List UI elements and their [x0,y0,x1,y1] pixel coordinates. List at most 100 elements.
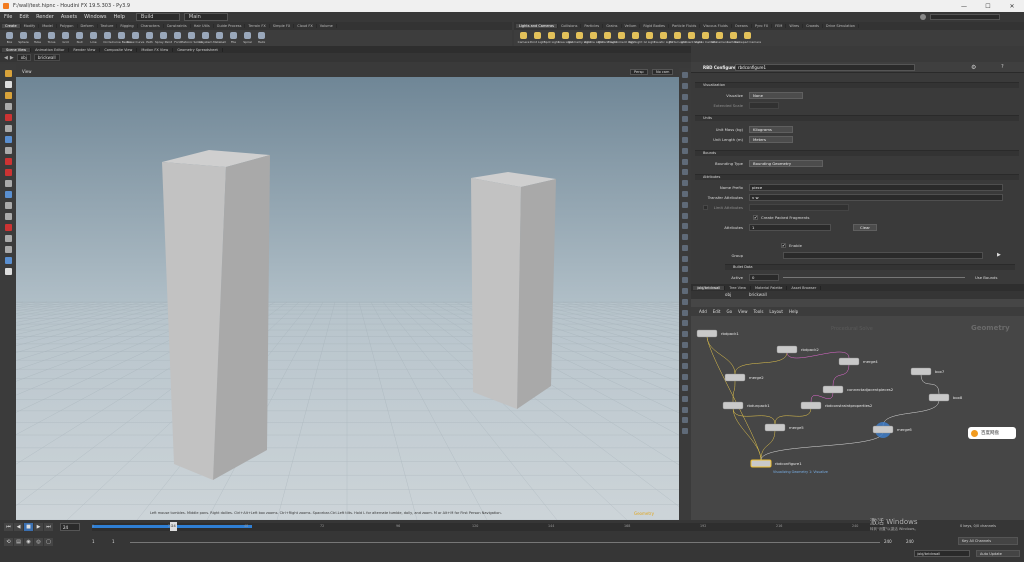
shelf-tab[interactable]: Model [39,24,57,28]
net-path-obj[interactable]: obj [725,292,731,297]
shelf-tab[interactable]: Vellum [622,24,641,28]
net-menu-view[interactable]: View [738,309,748,314]
display-option-icon-9[interactable] [682,169,688,176]
search-field[interactable] [930,14,1000,20]
net-menu-go[interactable]: Go [727,309,733,314]
shelf-tab[interactable]: Modify [21,24,40,28]
shelf-tab[interactable]: Constraints [164,24,191,28]
gear-icon[interactable]: ⚙ [971,64,976,71]
shelf-tool-grid[interactable]: Grid [59,30,72,44]
shelf-tab[interactable]: Deform [78,24,98,28]
range-slider[interactable] [130,542,880,543]
shelf-tool-camera[interactable]: Camera [517,30,530,44]
shelf-tab[interactable]: Rigid Bodies [640,24,670,28]
shelf-tab[interactable]: Terrain FX [245,24,270,28]
node-merge4[interactable]: merge4 [838,357,878,366]
display-option-icon-33[interactable] [682,428,688,435]
object-path-field[interactable]: /obj/brickwall [914,550,970,557]
shelf-tab[interactable]: Pyro FX [752,24,773,28]
shelf-tab[interactable]: Characters [138,24,164,28]
node-rbdpack1[interactable]: rbdpack1 [696,329,739,338]
active-field[interactable]: 0 [749,274,779,281]
shelf-tab[interactable]: Grains [603,24,622,28]
group-select-arrow-icon[interactable]: ▶ [997,252,1001,258]
tool-icon-9[interactable] [4,169,12,176]
shelf-tool-null[interactable]: Null [73,30,86,44]
shelf-tab[interactable]: Volume [317,24,337,28]
auto-update-button[interactable]: Auto Update [976,550,1020,557]
menu-render[interactable]: Render [36,14,54,20]
shelf-tab[interactable]: Hair Utils [191,24,214,28]
display-option-icon-1[interactable] [682,83,688,90]
user-icon[interactable] [920,14,926,20]
range-option-3-button[interactable]: ◎ [34,538,43,546]
timeline-track[interactable]: 24 1 24 48 72 96 120 144 168 192 216 240 [92,522,882,531]
display-option-icon-15[interactable] [682,234,688,241]
key-all-channels-button[interactable]: Key All Channels [958,537,1018,545]
transfer-attributes-field[interactable]: v w [749,194,1003,201]
desktop-select[interactable]: Build [135,13,180,21]
unit-mass-dropdown[interactable]: Kilograms [749,126,793,133]
range-option-4-button[interactable]: ▢ [44,538,53,546]
bounding-type-dropdown[interactable]: Bounding Geometry [749,160,823,167]
shelf-tab[interactable]: Particles [581,24,604,28]
shelf-tool-file[interactable]: File [227,30,240,44]
node-rbdunpack1[interactable]: rbdunpack1 [722,401,770,410]
menu-file[interactable]: File [4,14,12,20]
path-node[interactable]: brickwall [33,54,60,61]
camera-menu[interactable]: No cam [652,69,674,75]
node-merge2[interactable]: merge2 [724,373,764,382]
net-menu-edit[interactable]: Edit [713,309,721,314]
shelf-tool-spot-light[interactable]: Spot Light [544,30,559,44]
net-menu-help[interactable]: Help [789,309,798,314]
tool-icon-11[interactable] [4,191,12,198]
shelf-tool-sky-light[interactable]: Sky Light [629,30,642,44]
shelf-tool-line[interactable]: Line [87,30,100,44]
display-option-icon-13[interactable] [682,212,688,219]
shelf-tab[interactable]: Drive Simulation [823,24,860,28]
display-option-icon-29[interactable] [682,385,688,392]
shelf-tab[interactable]: Lights and Cameras [516,24,558,28]
tool-icon-8[interactable] [4,158,12,165]
node-connectadjacentpieces2[interactable]: connectadjacentpieces2 [822,385,894,394]
shelf-tab[interactable]: Simple FX [270,24,295,28]
shelf-tab[interactable]: Wires [786,24,804,28]
play-button[interactable]: ▶ [34,523,43,531]
shelf-tool-point-light[interactable]: Point Light [530,30,545,44]
pane-tab-network[interactable]: /obj/brickwall [693,285,726,290]
node-rbdconfigure1[interactable]: rbdconfigure1 [750,459,802,468]
visualize-dropdown[interactable]: None [749,92,803,99]
menu-assets[interactable]: Assets [61,14,77,20]
net-menu-tools[interactable]: Tools [754,309,764,314]
current-frame-field[interactable]: 24 [60,523,80,531]
extended-scale-field[interactable] [749,102,779,109]
node-rbdconstraintproperties2[interactable]: rbdconstraintproperties2 [800,401,873,410]
tool-icon-18[interactable] [4,268,12,275]
pane-tab-motion-fx[interactable]: Motion FX View [137,47,174,52]
unit-length-dropdown[interactable]: Meters [749,136,793,143]
tool-icon-15[interactable] [4,235,12,242]
shelf-tab[interactable]: Guide Process [214,24,246,28]
shelf-tool-torus[interactable]: Torus [45,30,58,44]
section-units[interactable]: Units [695,115,1019,121]
shelf-tool-tube[interactable]: Tube [31,30,44,44]
shelf-tool-metaball[interactable]: Metaball [213,30,226,44]
step-back-button[interactable]: ◀ [14,523,23,531]
shelf-tool-l-system[interactable]: L-System [199,30,212,44]
pane-tab-asset-browser[interactable]: Asset Browser [787,285,822,290]
path-obj[interactable]: obj [16,54,31,61]
display-option-icon-27[interactable] [682,363,688,370]
forward-arrow-icon[interactable]: ▶ [10,55,14,61]
tool-icon-12[interactable] [4,202,12,209]
shelf-tool-spiral[interactable]: Spiral [241,30,254,44]
active-slider[interactable] [783,277,965,278]
node-box7[interactable]: box7 [910,367,945,376]
tool-icon-2[interactable] [4,92,12,99]
pane-tab-render-view[interactable]: Render View [69,47,101,52]
tool-icon-13[interactable] [4,213,12,220]
display-option-icon-23[interactable] [682,320,688,327]
net-menu-add[interactable]: Add [699,309,707,314]
display-option-icon-18[interactable] [682,266,688,273]
tool-icon-6[interactable] [4,136,12,143]
shelf-tab[interactable]: Polygon [57,24,78,28]
